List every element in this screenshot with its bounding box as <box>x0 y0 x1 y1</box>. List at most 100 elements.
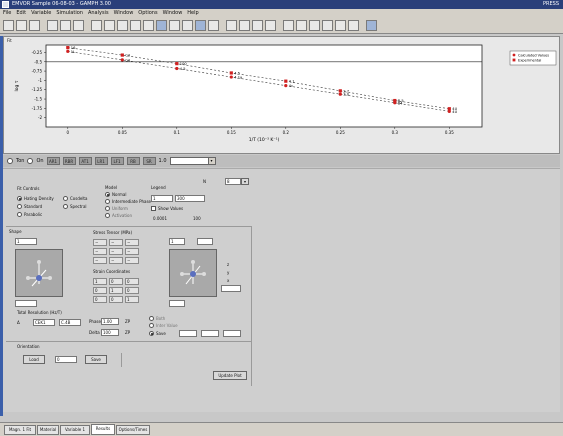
control-button-3[interactable]: AT1 <box>78 157 92 165</box>
matrix-cell[interactable]: − <box>109 248 123 255</box>
legend-value-field[interactable]: 300 <box>175 195 205 202</box>
control-button-5[interactable]: LF1 <box>110 157 124 165</box>
strain-cell[interactable]: 0 <box>109 278 123 285</box>
menu-help[interactable]: Help <box>187 9 198 18</box>
inter-value-radio[interactable] <box>149 323 154 328</box>
mode-radio-ton[interactable] <box>7 158 13 164</box>
tab-material[interactable]: Material <box>37 425 59 435</box>
show-values-checkbox[interactable] <box>151 206 156 211</box>
model-activation-radio[interactable] <box>105 213 110 218</box>
grid-icon[interactable] <box>309 20 320 31</box>
phase-field[interactable]: 1.00 <box>101 318 119 325</box>
copy-icon[interactable] <box>73 20 84 31</box>
option-hating-density-radio[interactable] <box>17 196 22 201</box>
menu-options[interactable]: Options <box>138 9 157 18</box>
update-plot-button[interactable]: Update Plot <box>213 371 247 380</box>
strain-cell[interactable]: 1 <box>109 287 123 294</box>
find-icon[interactable] <box>143 20 154 31</box>
save-radio[interactable] <box>149 331 154 336</box>
undo-icon[interactable] <box>117 20 128 31</box>
open-folder-icon[interactable] <box>16 20 27 31</box>
save-field-1[interactable] <box>179 330 197 337</box>
menu-analysis[interactable]: Analysis <box>88 9 109 18</box>
model-normal-radio[interactable] <box>105 192 110 197</box>
graph-icon[interactable] <box>283 20 294 31</box>
both-radio[interactable] <box>149 316 154 321</box>
matrix-cell[interactable]: − <box>109 257 123 264</box>
strain-cell[interactable]: 0 <box>125 278 139 285</box>
menu-variable[interactable]: Variable <box>31 9 51 18</box>
preview-icon[interactable] <box>60 20 71 31</box>
save-icon[interactable] <box>29 20 40 31</box>
strain-cell[interactable]: 0 <box>125 287 139 294</box>
menu-simulation[interactable]: Simulation <box>56 9 83 18</box>
tile-icon[interactable] <box>335 20 346 31</box>
table-icon[interactable] <box>226 20 237 31</box>
help-icon[interactable] <box>366 20 377 31</box>
option-parabolic-radio[interactable] <box>17 212 22 217</box>
menu-file[interactable]: File <box>3 9 11 18</box>
axis-field[interactable] <box>221 285 241 292</box>
strain-cell[interactable]: 0 <box>93 287 107 294</box>
layers-icon[interactable] <box>296 20 307 31</box>
paste-icon[interactable] <box>104 20 115 31</box>
cut-icon[interactable] <box>91 20 102 31</box>
chart-icon[interactable] <box>156 20 167 31</box>
model-intermediate-radio[interactable] <box>105 199 110 204</box>
zoom-out-icon[interactable] <box>182 20 193 31</box>
option-cosdelta-radio[interactable] <box>63 196 68 201</box>
legend-field[interactable]: 1 <box>151 195 173 202</box>
option-spectral-radio[interactable] <box>63 204 68 209</box>
shape-bottom-field[interactable] <box>15 300 37 307</box>
range-dropdown[interactable]: ▾ <box>169 157 216 165</box>
count-spinner-button[interactable]: ▾ <box>241 178 249 185</box>
orientation-load-button[interactable]: Load <box>23 355 45 364</box>
calculator-icon[interactable] <box>265 20 276 31</box>
shape-right-bottom-field[interactable] <box>169 300 185 307</box>
tab-options-times[interactable]: Options/Times <box>116 425 150 435</box>
tab-magn-fit[interactable]: Magn. 1 Fit <box>4 425 36 435</box>
window-icon[interactable] <box>322 20 333 31</box>
fit-icon[interactable] <box>195 20 206 31</box>
shape-left-field[interactable]: 1 <box>15 238 37 245</box>
delta-field[interactable]: 100 <box>101 329 119 336</box>
menu-window-2[interactable]: Window <box>163 9 183 18</box>
matrix-cell[interactable]: − <box>109 239 123 246</box>
matrix-cell[interactable]: − <box>125 257 139 264</box>
orientation-field[interactable]: 0 <box>55 356 77 363</box>
cascade-icon[interactable] <box>348 20 359 31</box>
save-field-3[interactable] <box>223 330 241 337</box>
shape-right-field[interactable]: 1 <box>169 238 185 245</box>
redo-icon[interactable] <box>130 20 141 31</box>
matrix-cell[interactable]: − <box>93 248 107 255</box>
tab-variable[interactable]: Variable 1 <box>60 425 90 435</box>
mode-radio-on[interactable] <box>27 158 34 164</box>
menu-window[interactable]: Window <box>114 9 134 18</box>
zoom-in-icon[interactable] <box>169 20 180 31</box>
new-file-icon[interactable] <box>3 20 14 31</box>
resolution-right-field[interactable]: C.4B <box>59 319 81 326</box>
shape-right-field-2[interactable] <box>197 238 213 245</box>
print-icon[interactable] <box>47 20 58 31</box>
control-button-7[interactable]: SR <box>142 157 156 165</box>
model-uniform-radio[interactable] <box>105 206 110 211</box>
fit-chart[interactable]: -0.25 -0.5 -0.75 -1 -1.25 -1.5 -1.75 -2 0 0.05 0.1… <box>4 37 561 155</box>
strain-cell[interactable]: 0 <box>93 296 107 303</box>
strain-cell[interactable]: 1 <box>125 296 139 303</box>
option-standard-radio[interactable] <box>17 204 22 209</box>
menu-edit[interactable]: Edit <box>16 9 26 18</box>
strain-cell[interactable]: 1 <box>93 278 107 285</box>
orientation-save-button[interactable]: Save <box>85 355 107 364</box>
control-button-1[interactable]: AR1 <box>46 157 60 165</box>
export-icon[interactable] <box>239 20 250 31</box>
import-icon[interactable] <box>252 20 263 31</box>
strain-cell[interactable]: 0 <box>109 296 123 303</box>
resolution-left-field[interactable]: CEK1 <box>33 319 55 326</box>
matrix-cell[interactable]: − <box>93 239 107 246</box>
tab-results[interactable]: Results <box>91 424 115 435</box>
settings-icon[interactable] <box>208 20 219 31</box>
matrix-cell[interactable]: − <box>125 239 139 246</box>
control-button-4[interactable]: LR1 <box>94 157 108 165</box>
matrix-cell[interactable]: − <box>93 257 107 264</box>
count-field[interactable]: 8 <box>225 178 241 185</box>
